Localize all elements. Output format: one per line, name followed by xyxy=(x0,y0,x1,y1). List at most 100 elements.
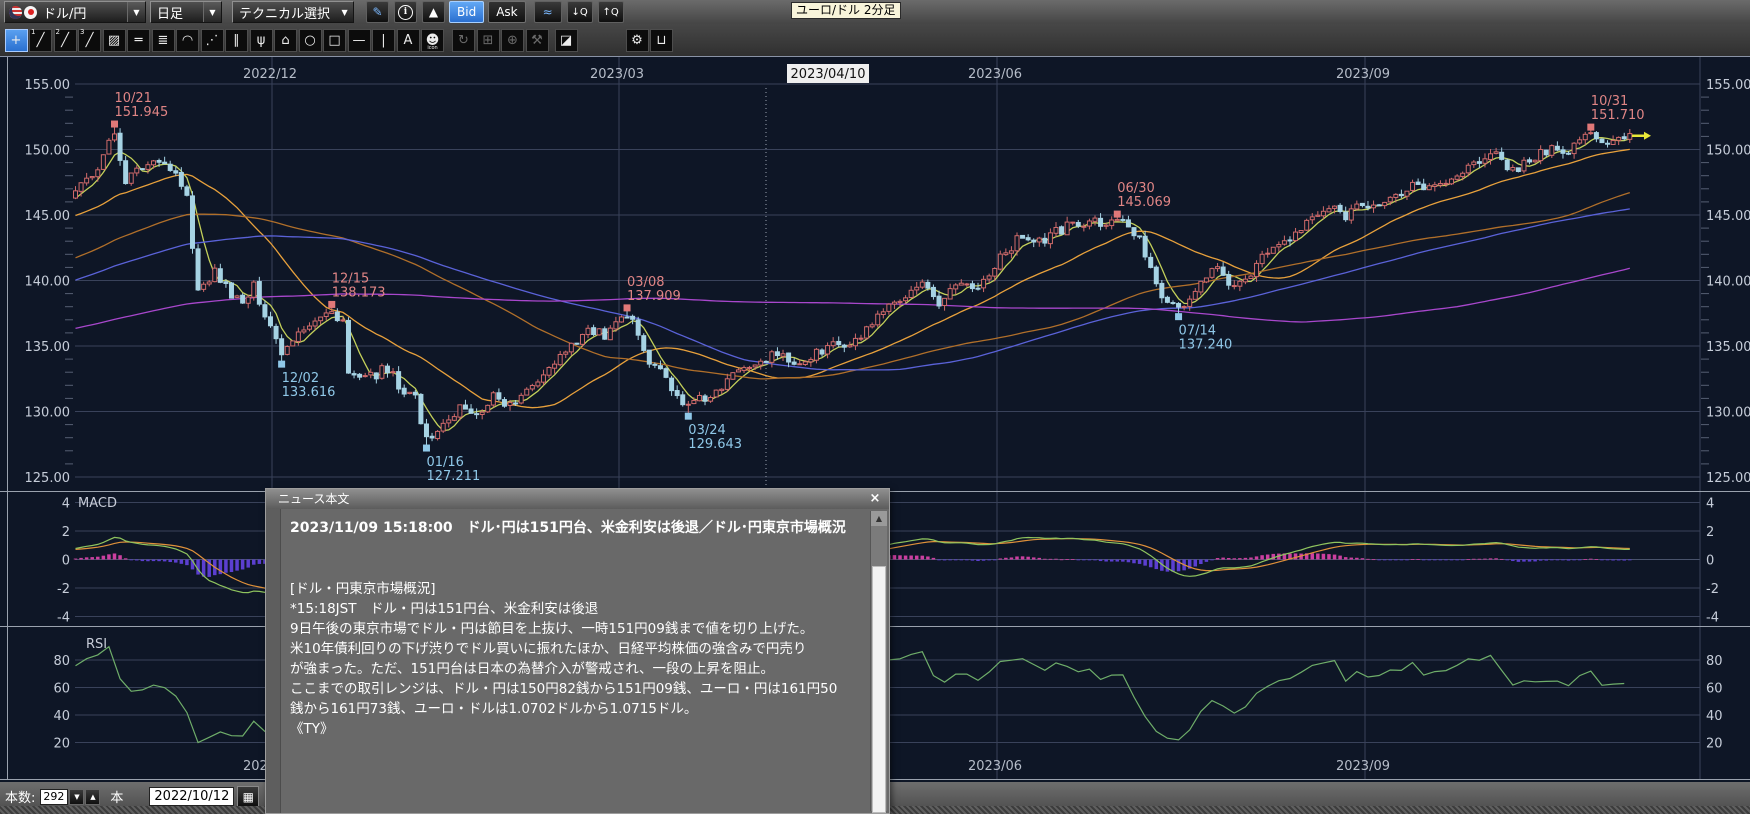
time-lines-tool[interactable]: ∥ xyxy=(225,29,248,52)
draw-pencil-button[interactable]: ✎ xyxy=(366,1,389,23)
svg-text:2: 2 xyxy=(1706,525,1714,540)
bars-count-input[interactable]: 292 xyxy=(40,789,68,805)
trendline-3-tool[interactable]: ╱3 xyxy=(78,29,101,52)
pitchfork-tool[interactable]: ψ xyxy=(250,29,273,52)
news-scrollbar[interactable]: ▲ xyxy=(870,511,887,811)
currency-pair-value: ドル/円 xyxy=(37,3,127,22)
svg-text:40: 40 xyxy=(1706,709,1723,724)
currency-pair-select[interactable]: ドル/円 ▼ xyxy=(4,1,146,23)
icon-stamp-tool[interactable]: ☻icon xyxy=(421,29,444,52)
svg-text:138.173: 138.173 xyxy=(332,285,386,300)
ask-toggle-button[interactable]: Ask xyxy=(488,1,525,23)
pentagon-tool[interactable]: ⌂ xyxy=(274,29,297,52)
chart-tab-label[interactable]: ユーロ/ドル 2分足 xyxy=(791,2,901,19)
crosshair-tool[interactable]: + xyxy=(5,29,28,52)
svg-text:155.00: 155.00 xyxy=(25,78,71,93)
fibonacci-lines-tool[interactable]: ≣ xyxy=(152,29,175,52)
news-headline: 2023/11/09 15:18:00 ドル･円は151円台、米金利安は後退／ド… xyxy=(290,517,863,537)
svg-text:2: 2 xyxy=(62,525,70,540)
svg-text:4: 4 xyxy=(62,497,70,512)
settings-list-tool[interactable]: ⚙ xyxy=(626,29,649,52)
zoom-in-button[interactable]: ↑Q xyxy=(598,1,624,23)
horizontal-line-tool[interactable]: — xyxy=(348,29,371,52)
svg-text:10/31: 10/31 xyxy=(1591,94,1628,109)
svg-text:80: 80 xyxy=(1706,654,1723,669)
svg-text:10/21: 10/21 xyxy=(114,91,151,106)
zoom-out-icon: ↓Q xyxy=(572,7,588,18)
chevron-down-icon: ▼ xyxy=(336,2,353,22)
bars-spin-down[interactable]: ▼ xyxy=(69,789,84,805)
news-window[interactable]: ニュース本文 × 2023/11/09 15:18:00 ドル･円は151円台、… xyxy=(265,488,890,814)
magnet-tool[interactable]: ⊔ xyxy=(650,29,673,52)
pulse-chart-icon: ≈ xyxy=(543,5,553,19)
bid-toggle-button[interactable]: Bid xyxy=(449,1,484,23)
svg-text:145.069: 145.069 xyxy=(1117,195,1171,210)
svg-text:0: 0 xyxy=(1706,554,1714,569)
technical-select-button[interactable]: テクニカル選択 ▼ xyxy=(232,1,354,23)
ruler-tool[interactable]: ▨ xyxy=(103,29,126,52)
svg-text:60: 60 xyxy=(1706,681,1723,696)
svg-text:-4: -4 xyxy=(1706,611,1719,626)
zoom-in-icon: ↑Q xyxy=(603,7,619,18)
calendar-icon[interactable]: ▦ xyxy=(237,786,259,807)
news-window-title: ニュース本文 xyxy=(266,489,889,509)
svg-text:127.211: 127.211 xyxy=(426,469,480,484)
timeframe-select[interactable]: 日足 ▼ xyxy=(150,1,222,23)
speed-lines-tool[interactable]: ⋰ xyxy=(201,29,224,52)
bid-label: Bid xyxy=(457,5,476,19)
jp-flag-icon xyxy=(24,6,37,19)
news-body: [ドル・円東京市場概況] *15:18JST ドル・円は151円台、米金利安は後… xyxy=(290,579,863,739)
svg-text:133.616: 133.616 xyxy=(282,385,336,400)
timeframe-value: 日足 xyxy=(151,3,203,22)
chevron-down-icon: ▼ xyxy=(127,2,145,22)
svg-text:130.00: 130.00 xyxy=(25,406,71,421)
eraser-tool[interactable]: ◪ xyxy=(555,29,578,52)
svg-text:01/16: 01/16 xyxy=(426,455,463,470)
svg-text:145.00: 145.00 xyxy=(1706,209,1750,224)
unit-label: 本 xyxy=(110,787,123,806)
close-icon[interactable]: × xyxy=(867,491,883,507)
svg-text:MACD: MACD xyxy=(78,496,117,511)
ellipse-tool[interactable]: ○ xyxy=(299,29,322,52)
svg-text:-2: -2 xyxy=(57,582,70,597)
svg-text:12/15: 12/15 xyxy=(332,271,369,286)
parallel-lines-tool[interactable]: ═ xyxy=(127,29,150,52)
vertical-line-tool[interactable]: | xyxy=(372,29,395,52)
svg-text:80: 80 xyxy=(53,654,70,669)
rectangle-tool[interactable]: □ xyxy=(323,29,346,52)
chart-style-button[interactable]: ▲ xyxy=(422,1,445,23)
svg-text:151.945: 151.945 xyxy=(114,105,168,120)
news-content: 2023/11/09 15:18:00 ドル･円は151円台、米金利安は後退／ド… xyxy=(280,509,889,813)
tick-chart-button[interactable]: ≈ xyxy=(534,1,562,23)
chevron-down-icon: ▼ xyxy=(203,2,221,22)
bars-spin-up[interactable]: ▲ xyxy=(85,789,100,805)
svg-text:06/30: 06/30 xyxy=(1117,181,1154,196)
selected-date-box[interactable]: 2023/04/10 xyxy=(787,64,869,83)
rotate-tool: ↻ xyxy=(452,29,475,52)
svg-text:03/08: 03/08 xyxy=(627,275,664,290)
us-flag-icon xyxy=(9,6,22,19)
text-tool[interactable]: A xyxy=(397,29,420,52)
area-chart-icon: ▲ xyxy=(429,5,438,19)
svg-text:140.00: 140.00 xyxy=(1706,275,1750,290)
info-button[interactable]: i xyxy=(394,1,417,23)
svg-text:2023/06: 2023/06 xyxy=(968,67,1022,82)
svg-text:4: 4 xyxy=(1706,497,1714,512)
scroll-up-icon[interactable]: ▲ xyxy=(871,511,887,526)
trendline-1-tool[interactable]: ╱1 xyxy=(29,29,52,52)
fan-arc-tool[interactable]: ◠ xyxy=(176,29,199,52)
svg-text:2022/12: 2022/12 xyxy=(243,67,297,82)
trendline-2-tool[interactable]: ╱2 xyxy=(54,29,77,52)
scrollbar-thumb[interactable] xyxy=(872,566,886,813)
svg-text:129.643: 129.643 xyxy=(688,437,742,452)
svg-text:2023/04/10: 2023/04/10 xyxy=(791,67,866,82)
zoom-out-button[interactable]: ↓Q xyxy=(567,1,593,23)
wrench-tool: ⚒ xyxy=(526,29,549,52)
start-date-input[interactable]: 2022/10/12 xyxy=(149,787,234,806)
info-icon: i xyxy=(398,5,413,20)
svg-text:2023/09: 2023/09 xyxy=(1336,759,1390,774)
svg-text:145.00: 145.00 xyxy=(25,209,71,224)
svg-text:150.00: 150.00 xyxy=(25,144,71,159)
svg-text:130.00: 130.00 xyxy=(1706,406,1750,421)
svg-text:60: 60 xyxy=(53,681,70,696)
